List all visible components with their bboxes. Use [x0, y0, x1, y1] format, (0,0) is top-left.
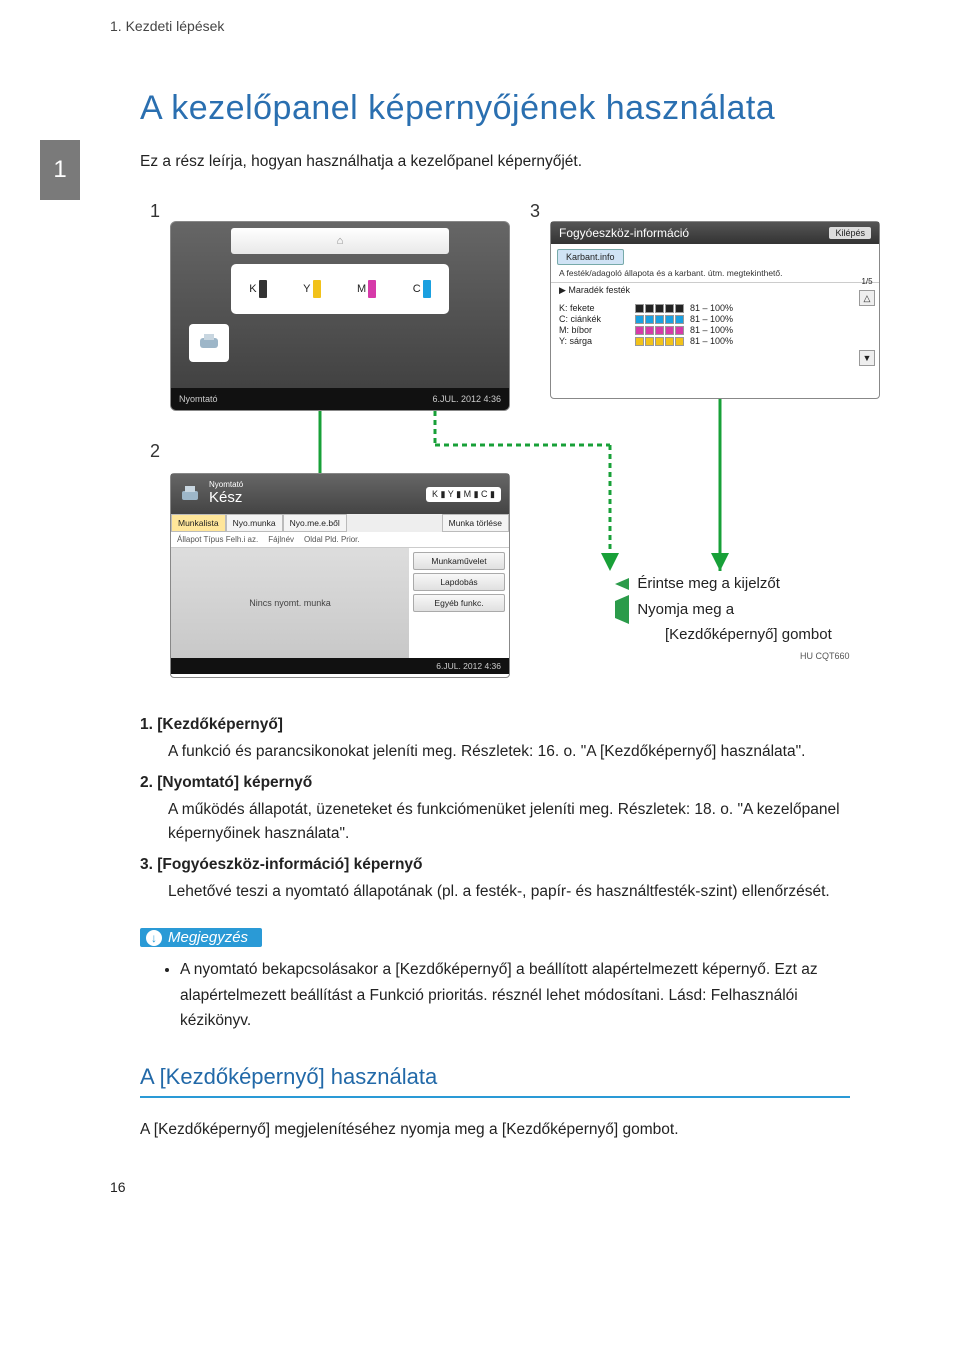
- page-header: 1. Kezdeti lépések: [0, 0, 960, 34]
- empty-joblist: Nincs nyomt. munka: [171, 548, 409, 658]
- home-icon: ⌂: [337, 235, 344, 247]
- tab-print-from[interactable]: Nyo.me.e.ből: [283, 514, 347, 532]
- delete-job-button[interactable]: Munka törlése: [442, 514, 509, 532]
- item-body: Lehetővé teszi a nyomtató állapotának (p…: [168, 880, 850, 904]
- note-bullet: A nyomtató bekapcsolásakor a [Kezdőképer…: [180, 957, 850, 1034]
- item-heading: 1. [Kezdőképernyő]: [140, 716, 850, 734]
- figure-refcode: HU CQT660: [800, 651, 850, 661]
- mini-kymc: K ▮ Y ▮ M ▮ C ▮: [426, 487, 501, 502]
- dashed-arrow-icon: [615, 597, 629, 623]
- supply-title: Fogyóeszköz-információ: [559, 226, 689, 240]
- toner-list: K: fekete81 – 100%C: ciánkék81 – 100%M: …: [551, 298, 879, 351]
- toner-row: Y: sárga81 – 100%: [559, 336, 871, 346]
- list-item: 3. [Fogyóeszköz-információ] képernyő Lehe…: [140, 856, 850, 904]
- section-paragraph: A [Kezdőképernyő] megjelenítéséhez nyomj…: [140, 1118, 850, 1143]
- page-indicator: 1/5: [859, 277, 875, 286]
- legend: Érintse meg a kijelzőt Nyomja meg a [Kez…: [615, 571, 832, 648]
- remaining-toner-label: ▶ Maradék festék: [559, 285, 630, 296]
- clock-text-2: 6.JUL. 2012 4:36: [171, 658, 509, 674]
- scroll-down-button[interactable]: ▼: [859, 350, 875, 366]
- list-item: 2. [Nyomtató] képernyő A működés állapotá…: [140, 774, 850, 846]
- tab-printjob[interactable]: Nyo.munka: [226, 514, 283, 532]
- item-body: A funkció és parancsikonokat jeleníti me…: [168, 740, 850, 764]
- printer-icon: [189, 324, 229, 362]
- maint-info-button[interactable]: Karbant.info: [557, 249, 624, 265]
- printer-label: Nyomtató: [179, 394, 218, 404]
- note-label: ↓ Megjegyzés: [140, 928, 262, 947]
- callout-1: 1: [150, 201, 160, 222]
- section-heading: A [Kezdőképernyő] használata: [140, 1064, 850, 1098]
- ready-label: Kész: [209, 490, 243, 507]
- figure: 1 3 2 ⌂ K Y M C: [140, 201, 850, 691]
- printer-small-icon: [179, 483, 201, 505]
- supply-desc: A festék/adagoló állapota és a karbant. …: [551, 268, 879, 282]
- intro-text: Ez a rész leírja, hogyan használhatja a …: [140, 153, 850, 171]
- note-icon: ↓: [146, 930, 162, 946]
- callout-3: 3: [530, 201, 540, 222]
- formfeed-button[interactable]: Lapdobás: [413, 573, 505, 591]
- breadcrumb: 1. Kezdeti lépések: [110, 18, 224, 34]
- toner-row: C: ciánkék81 – 100%: [559, 314, 871, 324]
- item-heading: 3. [Fogyóeszköz-információ] képernyő: [140, 856, 850, 874]
- scroll-up-button[interactable]: △: [859, 290, 875, 306]
- page-title: A kezelőpanel képernyőjének használata: [140, 89, 850, 128]
- toner-row: M: bíbor81 – 100%: [559, 325, 871, 335]
- item-heading: 2. [Nyomtató] képernyő: [140, 774, 850, 792]
- home-icon-bar: ⌂: [231, 228, 449, 254]
- other-func-button[interactable]: Egyéb funkc.: [413, 594, 505, 612]
- supply-info-panel: Fogyóeszköz-információ Kilépés Karbant.i…: [550, 221, 880, 399]
- printer-screen-panel: Nyomtató Kész K ▮ Y ▮ M ▮ C ▮ Munkalista…: [170, 473, 510, 678]
- item-body: A működés állapotát, üzeneteket és funkc…: [168, 798, 850, 846]
- exit-button[interactable]: Kilépés: [829, 227, 871, 239]
- tab-joblist[interactable]: Munkalista: [171, 514, 226, 532]
- home-screen-panel: ⌂ K Y M C Nyomtató 6.JUL. 2012 4:36: [170, 221, 510, 411]
- page-number: 16: [110, 1179, 126, 1195]
- callout-2: 2: [150, 441, 160, 462]
- list-item: 1. [Kezdőképernyő] A funkció és parancsik…: [140, 716, 850, 764]
- toner-kymc: K Y M C: [231, 264, 449, 314]
- job-op-button[interactable]: Munkaművelet: [413, 552, 505, 570]
- toner-row: K: fekete81 – 100%: [559, 303, 871, 313]
- solid-arrow-icon: [615, 578, 629, 590]
- clock-text: 6.JUL. 2012 4:36: [432, 394, 501, 404]
